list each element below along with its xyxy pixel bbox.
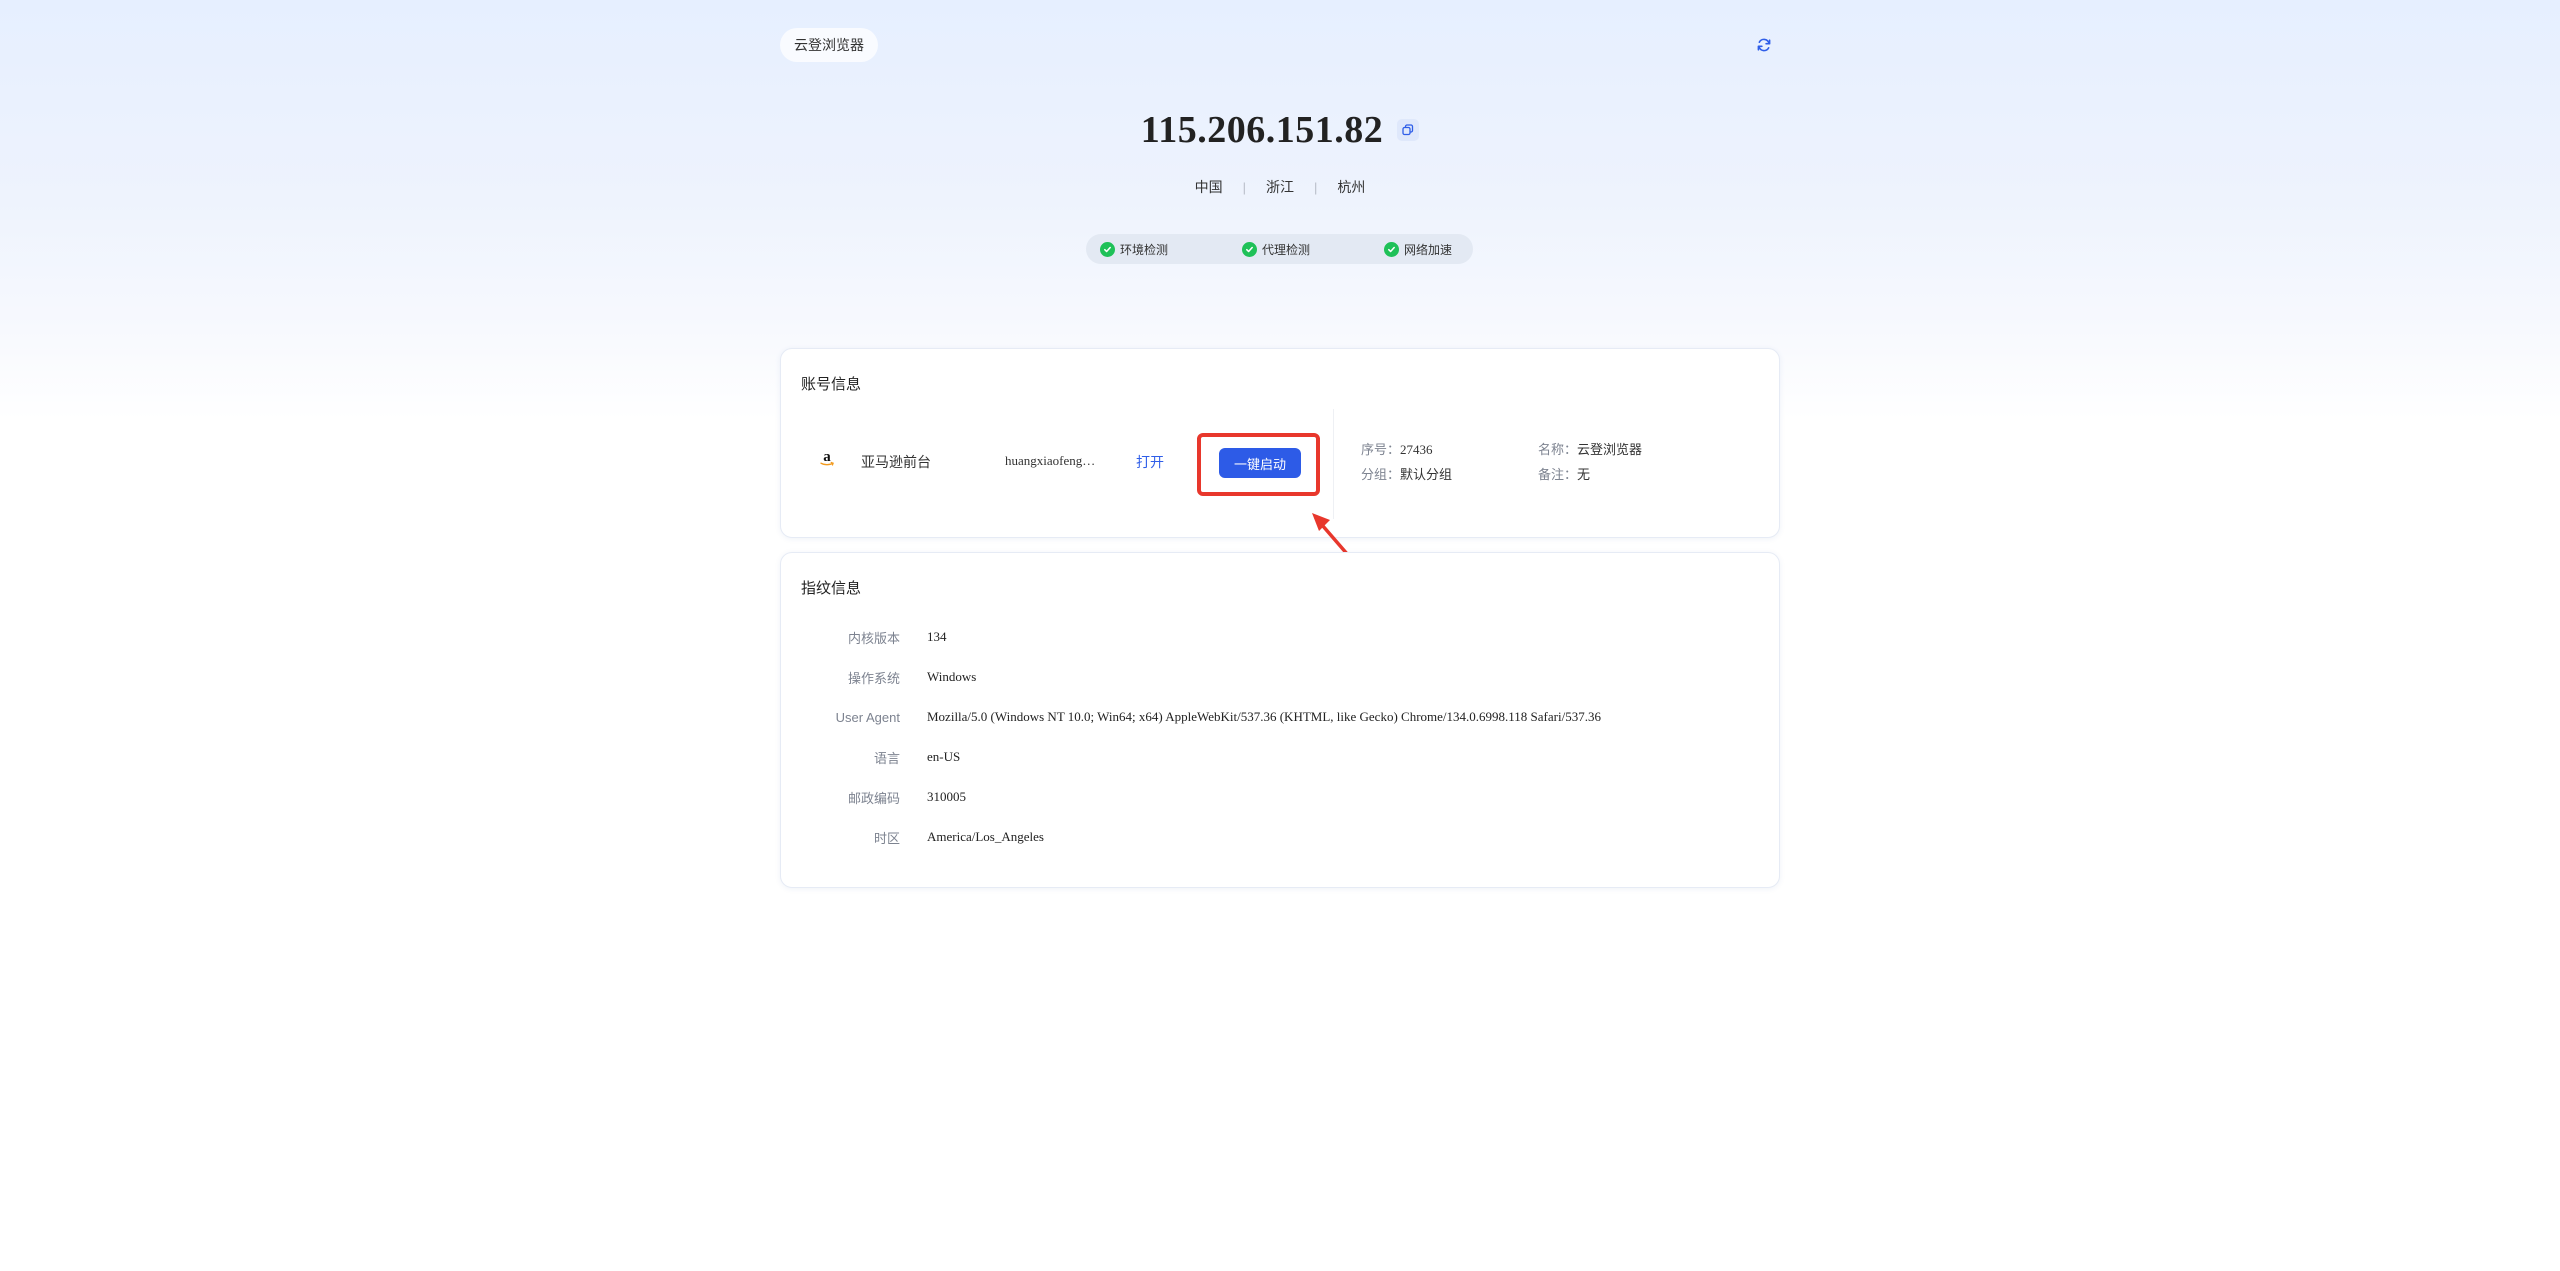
account-username: huangxiaofeng… xyxy=(1005,453,1096,468)
svg-text:a: a xyxy=(823,450,831,465)
fingerprint-card-title: 指纹信息 xyxy=(801,580,862,597)
brand-text: 云登浏览器 xyxy=(794,37,864,53)
fingerprint-row-os: 操作系统 Windows xyxy=(781,667,1781,687)
account-card-title: 账号信息 xyxy=(801,376,862,393)
group-field: 分组：默认分组 xyxy=(1361,464,1452,483)
separator: | xyxy=(1242,179,1246,195)
remark-value: 无 xyxy=(1577,467,1591,482)
group-label: 分组： xyxy=(1361,467,1401,482)
check-label: 环境检测 xyxy=(1120,242,1169,257)
ip-address: 115.206.151.82 xyxy=(1140,109,1384,151)
platform-name: 亚马逊前台 xyxy=(861,454,931,470)
row-label: 时区 xyxy=(873,830,900,846)
check-label: 网络加速 xyxy=(1404,242,1453,257)
row-label: 邮政编码 xyxy=(847,790,900,806)
check-status-bar: 环境检测 代理检测 网络加速 xyxy=(1086,234,1473,264)
row-label: 操作系统 xyxy=(847,670,900,686)
city: 杭州 xyxy=(1337,179,1366,195)
separator: | xyxy=(1314,179,1318,195)
name-value: 云登浏览器 xyxy=(1577,442,1643,457)
fingerprint-row-kernel: 内核版本 134 xyxy=(781,627,1781,647)
fingerprint-row-postal-code: 邮政编码 310005 xyxy=(781,787,1781,807)
divider xyxy=(1333,409,1334,519)
remark-label: 备注： xyxy=(1538,467,1578,482)
check-proxy: 代理检测 xyxy=(1242,241,1384,258)
one-click-launch-button[interactable]: 一键启动 xyxy=(1219,448,1301,478)
ip-location: 中国 | 浙江 | 杭州 xyxy=(0,177,2560,197)
check-circle-icon xyxy=(1384,241,1399,257)
row-value: 310005 xyxy=(927,789,966,804)
check-label: 代理检测 xyxy=(1262,242,1311,257)
refresh-button[interactable] xyxy=(1750,31,1778,59)
province: 浙江 xyxy=(1266,179,1294,195)
group-value: 默认分组 xyxy=(1400,467,1453,482)
row-label: User Agent xyxy=(835,709,900,725)
check-circle-icon xyxy=(1242,241,1257,257)
copy-ip-button[interactable] xyxy=(1397,119,1420,141)
row-value: Mozilla/5.0 (Windows NT 10.0; Win64; x64… xyxy=(927,709,1601,724)
name-field: 名称：云登浏览器 xyxy=(1538,439,1642,458)
ip-row: 115.206.151.82 xyxy=(0,108,2560,152)
serial-label: 序号： xyxy=(1361,442,1401,457)
serial-value: 27436 xyxy=(1400,442,1433,457)
fingerprint-info-card: 指纹信息 内核版本 134 操作系统 Windows User Agent Mo… xyxy=(780,552,1780,888)
fingerprint-row-language: 语言 en-US xyxy=(781,747,1781,767)
row-value: Windows xyxy=(927,669,977,684)
fingerprint-row-user-agent: User Agent Mozilla/5.0 (Windows NT 10.0;… xyxy=(781,707,1781,727)
country: 中国 xyxy=(1194,179,1223,195)
check-env: 环境检测 xyxy=(1100,241,1242,258)
row-value: America/Los_Angeles xyxy=(927,829,1044,844)
fingerprint-row-timezone: 时区 America/Los_Angeles xyxy=(781,827,1781,847)
row-label: 内核版本 xyxy=(847,630,900,646)
amazon-logo-icon: a xyxy=(817,449,837,469)
remark-field: 备注：无 xyxy=(1538,464,1590,483)
open-link[interactable]: 打开 xyxy=(1136,452,1164,472)
serial-field: 序号：27436 xyxy=(1361,439,1433,458)
check-network: 网络加速 xyxy=(1384,241,1452,258)
name-label: 名称： xyxy=(1538,442,1578,457)
row-value: en-US xyxy=(927,749,961,764)
account-info-card: 账号信息 a 亚马逊前台 huangxiaofeng… 打开 一键启动 序号：2… xyxy=(780,348,1780,538)
copy-icon xyxy=(1402,124,1414,136)
row-label: 语言 xyxy=(873,750,900,766)
check-circle-icon xyxy=(1100,241,1115,257)
refresh-icon xyxy=(1757,38,1771,52)
row-value: 134 xyxy=(927,629,947,644)
brand-label: 云登浏览器 xyxy=(780,28,878,62)
